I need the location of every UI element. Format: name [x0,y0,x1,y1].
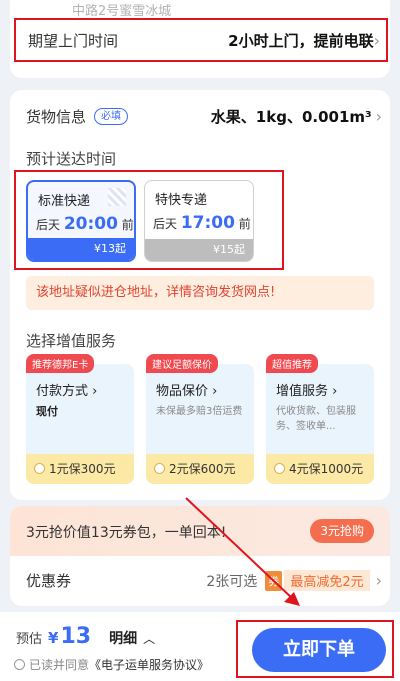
coupon-row[interactable]: 优惠券 2张可选 券 最高减免2元 › [26,570,382,591]
chevron-right-icon: › [375,107,382,126]
vas-price-option[interactable]: 1元保300元 [26,454,134,484]
checkbox-icon[interactable] [14,659,25,670]
delivery-options: 标准快递 后天 20:00 前 ¥13起 特快专递 后天 17:00 前 ¥15… [14,170,284,270]
order-details-card: 货物信息 必填 水果、1kg、0.001m³ › 预计送达时间 标准快递 后天 … [10,90,390,500]
delivery-option-price: ¥15起 [145,239,253,261]
address-warning: 该地址疑似进仓地址，详情咨询发货网点! [26,276,374,310]
chevron-right-icon: › [373,30,380,50]
required-badge: 必填 [94,108,129,125]
price-detail-button[interactable]: 明细 [109,628,137,648]
vas-title: 物品保价 › [156,384,218,399]
vas-title: 增值服务 › [276,384,338,399]
delivery-time-title: 预计送达时间 [26,150,117,168]
address-card: 中路2号蜜雪冰城 期望上门时间 2小时上门，提前电联 › [10,0,390,78]
radio-icon [274,463,285,474]
vas-sub: 代收货款、包装服务、签收单... [276,406,356,432]
vas-sub: 未保最多赔3倍运费 [156,406,243,417]
radio-icon [34,463,45,474]
estimate-label: 预估 [16,632,43,647]
vas-sub: 现付 [36,405,58,418]
vas-price-option[interactable]: 4元保1000元 [266,454,374,484]
delivery-option-express[interactable]: 特快专递 后天 17:00 前 ¥15起 [144,180,254,262]
agreement[interactable]: 已读并同意《电子运单服务协议》 [14,656,209,673]
coupon-label: 优惠券 [26,572,72,590]
coupon-discount: 最高减免2元 [284,570,370,591]
promo-card: 3元抢价值13元券包，一单回本! 3元抢购 优惠券 2张可选 券 最高减免2元 … [10,506,390,606]
vas-extra[interactable]: 超值推荐 增值服务 › 代收货款、包装服务、签收单... 4元保1000元 [266,354,374,484]
goods-info-label: 货物信息 [26,108,87,126]
delivery-option-standard[interactable]: 标准快递 后天 20:00 前 ¥13起 [26,180,136,262]
pickup-time-value: 2小时上门，提前电联 [228,31,374,50]
estimate: 预估 ¥ 13 明细 ︿ [16,624,155,649]
delivery-option-name: 标准快递 [38,194,91,209]
currency-symbol: ¥ [48,629,59,647]
vas-tag: 推荐德邦E卡 [26,354,95,373]
vas-price-option[interactable]: 2元保600元 [146,454,254,484]
pattern-icon [108,188,126,206]
goods-info-value: 水果、1kg、0.001m³ [210,108,372,126]
delivery-option-name: 特快专递 [155,193,208,208]
submit-highlight: 立即下单 [236,620,394,678]
vas-payment[interactable]: 推荐德邦E卡 付款方式 › 现付 1元保300元 [26,354,134,484]
delivery-option-time: 后天 20:00 前 [36,214,134,234]
promo-text: 3元抢价值13元券包，一单回本! [26,525,227,541]
bottom-bar: 预估 ¥ 13 明细 ︿ 已读并同意《电子运单服务协议》 立即下单 [0,612,400,681]
chevron-right-icon: › [332,384,338,399]
chevron-right-icon: › [92,384,98,399]
chevron-right-icon: › [212,384,218,399]
vas-tag: 建议足额保价 [146,354,218,373]
pickup-time-row[interactable]: 期望上门时间 2小时上门，提前电联 › [14,18,388,62]
estimate-amount: 13 [60,624,92,649]
promo-banner: 3元抢价值13元券包，一单回本! 3元抢购 [10,506,390,556]
goods-info-row[interactable]: 货物信息 必填 水果、1kg、0.001m³ › [26,106,382,127]
address-tail: 中路2号蜜雪冰城 [72,4,172,19]
promo-buy-button[interactable]: 3元抢购 [310,519,374,543]
coupon-available: 2张可选 [206,573,258,590]
radio-icon [154,463,165,474]
delivery-option-time: 后天 17:00 前 [153,213,251,233]
agreement-link[interactable]: 《电子运单服务协议》 [89,658,209,672]
ticket-icon: 券 [265,570,283,591]
vas-title: 付款方式 › [36,384,98,399]
chevron-right-icon: › [375,571,382,590]
submit-order-button[interactable]: 立即下单 [252,628,386,672]
pickup-time-label: 期望上门时间 [28,31,119,50]
value-added-title: 选择增值服务 [26,332,117,350]
vas-insurance[interactable]: 建议足额保价 物品保价 › 未保最多赔3倍运费 2元保600元 [146,354,254,484]
vas-tag: 超值推荐 [266,354,318,373]
chevron-up-icon[interactable]: ︿ [143,630,155,647]
delivery-option-price: ¥13起 [28,238,134,260]
